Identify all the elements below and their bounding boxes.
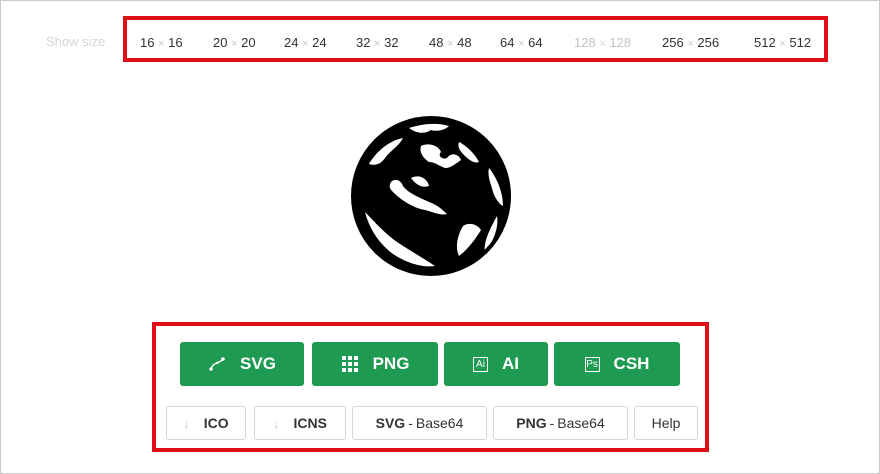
vector-path-icon bbox=[208, 355, 226, 373]
download-ico-button[interactable]: ↓ ICO bbox=[166, 406, 246, 440]
png-base64-separator: - bbox=[549, 415, 555, 431]
download-arrow-icon: ↓ bbox=[273, 415, 280, 431]
download-arrow-icon: ↓ bbox=[183, 415, 190, 431]
png-base64-encoding: Base64 bbox=[557, 415, 605, 431]
png-base64-format: PNG bbox=[516, 415, 547, 431]
size-option-32[interactable]: 32 × 32 bbox=[356, 35, 399, 50]
size-option-64[interactable]: 64 × 64 bbox=[500, 35, 543, 50]
grid-icon bbox=[341, 355, 359, 373]
download-ico-label: ICO bbox=[203, 415, 229, 431]
size-option-20[interactable]: 20 × 20 bbox=[213, 35, 256, 50]
download-csh-label: CSH bbox=[613, 354, 650, 373]
size-option-128: 128 × 128 bbox=[574, 35, 632, 50]
download-icns-button[interactable]: ↓ ICNS bbox=[254, 406, 346, 440]
copy-svg-base64-button[interactable]: SVG - Base64 bbox=[352, 406, 487, 440]
globe-americas-icon bbox=[351, 116, 511, 276]
illustrator-icon: Ai bbox=[473, 356, 488, 372]
size-option-24[interactable]: 24 × 24 bbox=[284, 35, 327, 50]
svg-base64-encoding: Base64 bbox=[415, 415, 464, 431]
download-png-button[interactable]: PNG bbox=[312, 342, 438, 386]
size-option-48[interactable]: 48 × 48 bbox=[429, 35, 472, 50]
svg-base64-format: SVG bbox=[375, 415, 406, 431]
copy-png-base64-button[interactable]: PNG - Base64 bbox=[493, 406, 628, 440]
size-option-16[interactable]: 16 × 16 bbox=[140, 35, 183, 50]
help-label: Help bbox=[651, 415, 681, 431]
svg-base64-separator: - bbox=[408, 415, 413, 431]
size-option-512[interactable]: 512 × 512 bbox=[754, 35, 811, 50]
download-ai-button[interactable]: Ai AI bbox=[444, 342, 548, 386]
size-option-256[interactable]: 256 × 256 bbox=[662, 35, 719, 50]
download-svg-label: SVG bbox=[240, 354, 276, 373]
download-csh-button[interactable]: Ps CSH bbox=[554, 342, 680, 386]
help-button[interactable]: Help bbox=[634, 406, 698, 440]
download-svg-button[interactable]: SVG bbox=[180, 342, 304, 386]
download-png-label: PNG bbox=[372, 354, 410, 373]
download-icns-label: ICNS bbox=[293, 415, 327, 431]
photoshop-icon: Ps bbox=[584, 356, 600, 372]
download-ai-label: AI bbox=[502, 354, 519, 373]
show-size-label: Show size bbox=[46, 34, 106, 49]
